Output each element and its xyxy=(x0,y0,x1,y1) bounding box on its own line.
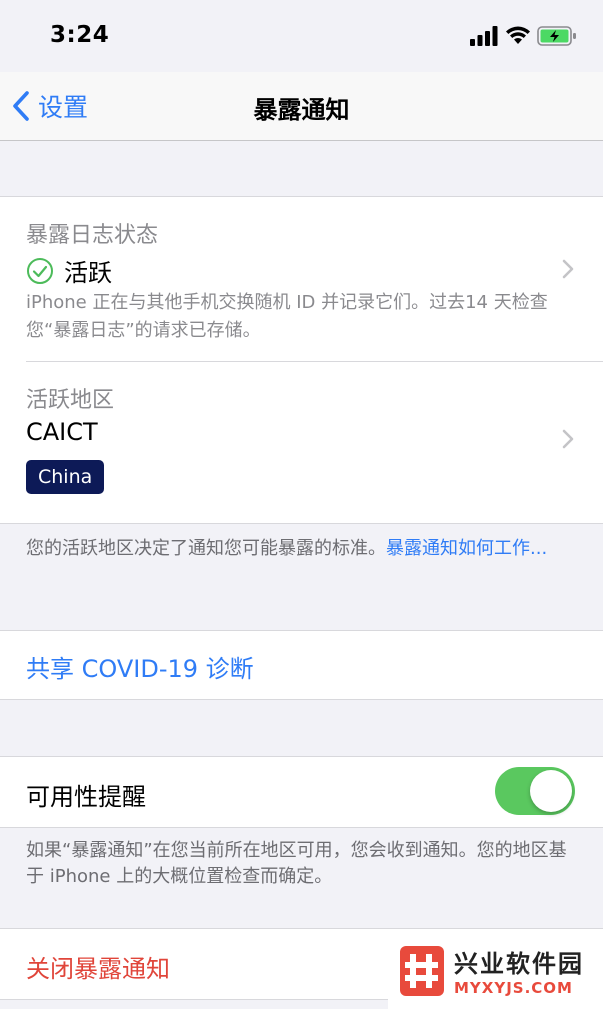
availability-group: 可用性提醒 xyxy=(0,756,603,828)
check-circle-icon xyxy=(27,257,53,284)
status-time: 3:24 xyxy=(50,22,110,48)
active-region-name: CAICT xyxy=(26,418,98,446)
wifi-icon xyxy=(506,26,530,44)
chevron-right-icon xyxy=(562,429,574,449)
exposure-status-group: 暴露日志状态 活跃 iPhone 正在与其他手机交换随机 ID 并记录它们。过去… xyxy=(0,196,603,524)
turn-off-exposure-notifications-button[interactable]: 关闭暴露通知 xyxy=(26,949,170,984)
page-title: 暴露通知 xyxy=(253,96,350,124)
active-region-header: 活跃地区 xyxy=(26,388,115,413)
watermark: 兴业软件园 MYXYJS.COM xyxy=(388,932,603,1009)
availability-footer: 如果“暴露通知”在您当前所在地区可用，您会收到通知。您的地区基于 iPhone … xyxy=(26,840,567,887)
navigation-bar: 设置 暴露通知 xyxy=(0,72,603,141)
log-status-value: 活跃 xyxy=(26,253,112,288)
status-bar: 3:24 xyxy=(0,0,603,72)
watermark-cn: 兴业软件园 xyxy=(454,950,584,978)
availability-alerts-label: 可用性提醒 xyxy=(26,783,146,811)
how-it-works-link[interactable]: 暴露通知如何工作... xyxy=(386,538,547,559)
toggle-knob xyxy=(530,770,572,812)
exposure-notification-screen: 3:24 设置 暴露通知 暴露日志状态 活跃 iPhone 正在与其他手机交换随… xyxy=(0,0,603,1009)
share-diagnosis-button[interactable]: 共享 COVID-19 诊断 xyxy=(26,649,254,684)
active-region-footer-text: 您的活跃地区决定了通知您可能暴露的标准。 xyxy=(26,538,386,559)
region-chip: China xyxy=(26,460,105,494)
watermark-logo-icon xyxy=(400,945,444,996)
watermark-en: MYXYJS.COM xyxy=(454,979,573,997)
share-diagnosis-group: 共享 COVID-19 诊断 xyxy=(0,630,603,700)
battery-charging-icon xyxy=(537,26,576,46)
active-region-row[interactable]: 活跃地区 CAICT China xyxy=(0,362,603,522)
watermark-text: 兴业软件园 MYXYJS.COM xyxy=(454,944,584,997)
log-status-description: iPhone 正在与其他手机交换随机 ID 并记录它们。过去14 天检查您“暴露… xyxy=(26,292,548,341)
active-region-footer: 您的活跃地区决定了通知您可能暴露的标准。暴露通知如何工作... xyxy=(26,536,581,562)
log-status-text: 活跃 xyxy=(64,259,112,287)
availability-alerts-toggle[interactable] xyxy=(495,767,575,815)
exposure-log-status-row[interactable]: 暴露日志状态 活跃 iPhone 正在与其他手机交换随机 ID 并记录它们。过去… xyxy=(0,197,603,361)
signal-icon xyxy=(470,26,498,46)
exposure-log-status-header: 暴露日志状态 xyxy=(26,223,159,248)
chevron-right-icon xyxy=(562,259,574,279)
